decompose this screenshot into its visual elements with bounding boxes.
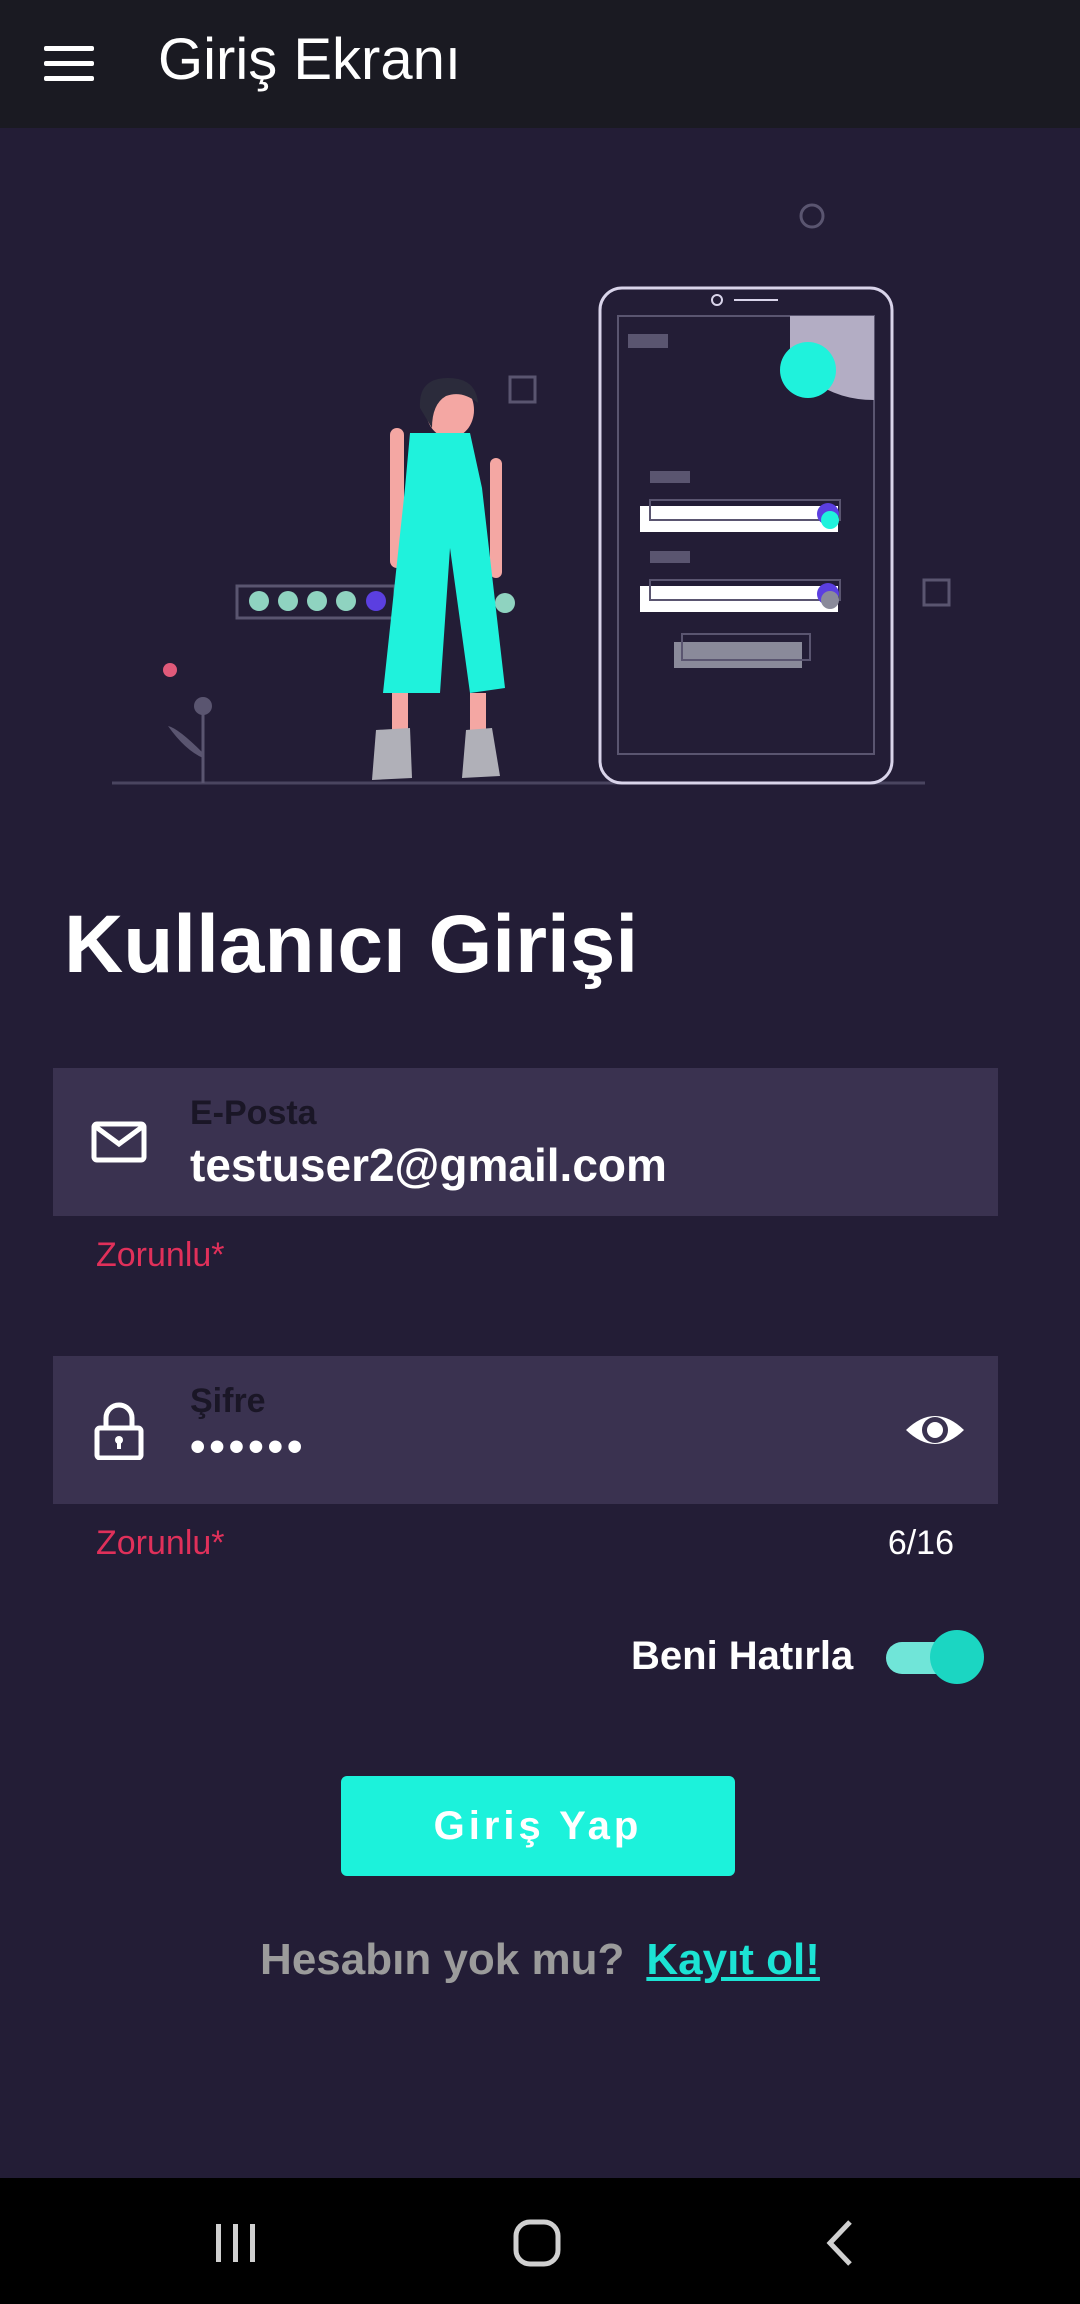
password-helper-text: Zorunlu* — [96, 1524, 225, 1562]
login-illustration — [112, 203, 951, 785]
app-title: Giriş Ekranı — [158, 27, 461, 92]
email-label: E-Posta — [190, 1094, 317, 1132]
remember-me-toggle[interactable] — [886, 1630, 984, 1684]
page-title: Kullanıcı Girişi — [64, 899, 639, 990]
email-value[interactable]: testuser2@gmail.com — [190, 1138, 667, 1192]
email-helper-text: Zorunlu* — [96, 1236, 225, 1274]
plant-leaf — [168, 726, 203, 758]
signup-link[interactable]: Kayıt ol! — [646, 1935, 820, 1984]
decor-square-left — [508, 375, 537, 404]
signup-row: Hesabın yok mu? Kayıt ol! — [0, 1935, 1080, 1985]
login-button[interactable]: Giriş Yap — [341, 1776, 735, 1876]
lock-icon — [94, 1402, 144, 1460]
password-char-counter: 6/16 — [887, 1524, 954, 1562]
recent-apps-icon[interactable] — [206, 2216, 266, 2270]
hamburger-menu-icon[interactable] — [44, 34, 102, 92]
toggle-thumb — [930, 1630, 984, 1684]
decor-square-right — [922, 578, 951, 607]
password-field[interactable]: Şifre •••••• — [53, 1356, 998, 1504]
password-label: Şifre — [190, 1382, 266, 1420]
phone-illustration — [598, 286, 894, 785]
email-field[interactable]: E-Posta testuser2@gmail.com — [53, 1068, 998, 1216]
signup-question: Hesabın yok mu? — [260, 1935, 625, 1984]
woman-figure — [372, 378, 515, 780]
decor-circle — [799, 203, 825, 229]
plant-bud — [194, 697, 212, 715]
eye-icon[interactable] — [904, 1402, 966, 1458]
remember-me-label: Beni Hatırla — [631, 1634, 854, 1678]
app-bar: Giriş Ekranı — [0, 0, 1080, 128]
mail-icon — [91, 1121, 147, 1163]
system-nav-bar — [0, 2178, 1080, 2304]
back-icon[interactable] — [812, 2216, 872, 2270]
password-value[interactable]: •••••• — [190, 1422, 306, 1472]
home-icon[interactable] — [508, 2216, 568, 2270]
decor-pink-dot — [163, 663, 177, 677]
